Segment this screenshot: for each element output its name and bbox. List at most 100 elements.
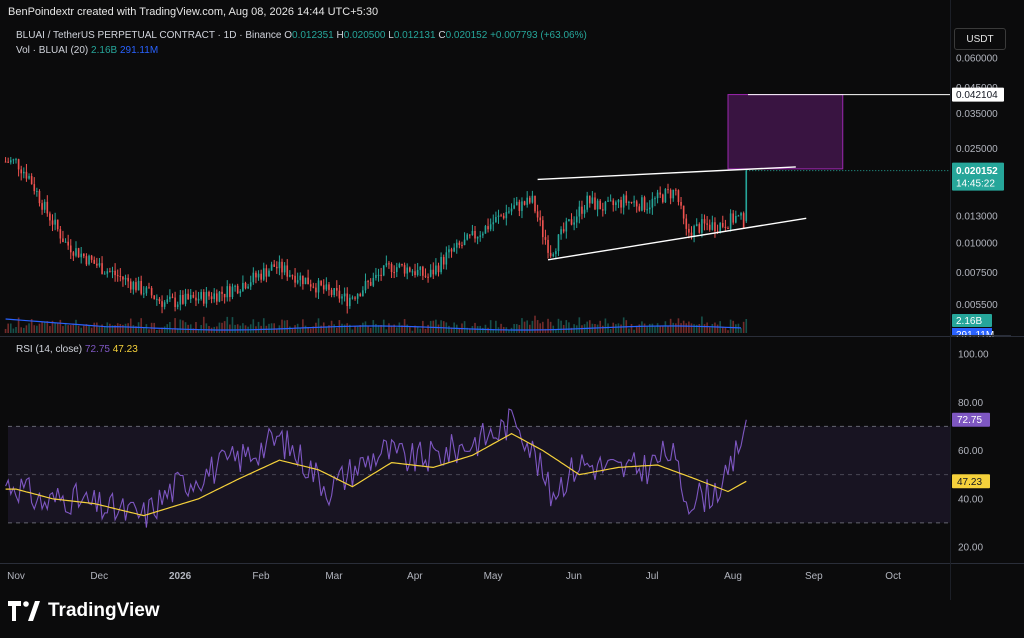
volume-bar: [7, 323, 9, 333]
candle-body: [735, 215, 737, 223]
volume-bar: [189, 324, 192, 333]
candle-body: [617, 199, 620, 203]
volume-bar: [163, 326, 166, 333]
volume-bar: [249, 324, 252, 333]
volume-bar: [651, 323, 654, 333]
candle-body: [330, 289, 333, 295]
volume-bar: [463, 321, 466, 333]
candle-body: [526, 197, 528, 205]
channel-upper-line: [537, 166, 796, 181]
volume-bar: [385, 329, 388, 333]
volume-bar: [343, 324, 346, 333]
candle-body: [714, 222, 716, 232]
candle-body: [565, 221, 568, 232]
candle-body: [502, 215, 505, 219]
candle-body: [335, 288, 338, 291]
candle-body: [315, 287, 317, 293]
candle-body: [701, 219, 703, 233]
volume-bar: [682, 320, 685, 333]
time-tick-label: Jul: [646, 571, 659, 582]
candle-body: [62, 238, 64, 243]
candle-body: [98, 263, 101, 266]
candle-body: [210, 296, 213, 300]
candle-body: [281, 261, 283, 273]
candle-body: [140, 281, 142, 294]
volume-bar: [724, 327, 727, 333]
candle-body: [380, 274, 382, 276]
volume-bar: [395, 327, 398, 333]
volume-bar: [388, 323, 390, 333]
drawings[interactable]: [537, 94, 950, 261]
volume-bar: [518, 324, 521, 333]
time-tick-label: May: [484, 571, 503, 582]
volume-bar: [291, 328, 294, 333]
candle-body: [698, 224, 701, 233]
candle-body: [244, 282, 247, 289]
candle-body: [542, 220, 544, 238]
volume-bar: [539, 323, 542, 333]
candle-body: [740, 213, 742, 216]
candle-body: [221, 291, 223, 294]
volume-bar: [409, 327, 411, 333]
candle-body: [88, 255, 90, 265]
volume-bar: [262, 318, 265, 333]
candle-body: [124, 277, 127, 280]
target-price-label: 0.042104: [956, 90, 998, 101]
volume-bar: [711, 323, 714, 333]
volume-bar: [96, 322, 98, 333]
volume-bar: [20, 327, 23, 333]
candle-body: [656, 192, 659, 199]
candle-body: [672, 189, 675, 199]
volume-bar: [622, 317, 625, 333]
candle-body: [265, 268, 268, 277]
candle-body: [364, 281, 367, 291]
time-tick-label: Mar: [325, 571, 343, 582]
candle-body: [562, 229, 565, 232]
candle-body: [33, 184, 36, 192]
candle-body: [30, 176, 33, 185]
volume-bar: [604, 318, 607, 333]
volume-bar: [273, 323, 276, 333]
time-tick-label: Apr: [407, 571, 423, 582]
candle-body: [343, 293, 346, 297]
candle-body: [557, 234, 560, 252]
volume-bar: [523, 321, 526, 333]
volume-bar: [528, 324, 531, 333]
candle-body: [497, 215, 500, 218]
time-tick-label: Aug: [724, 571, 742, 582]
candle-body: [291, 275, 294, 277]
volume-bar: [630, 323, 633, 333]
candle-body: [158, 298, 161, 302]
volume-bar: [500, 323, 502, 333]
volume-bar: [83, 325, 85, 333]
candle-body: [484, 226, 487, 234]
volume-bar: [416, 326, 419, 333]
candle-body: [166, 299, 169, 303]
chart-canvas[interactable]: 0.0600000.0450000.0350000.0250000.013000…: [0, 0, 1024, 600]
volume-bar: [609, 329, 612, 333]
volume-bar: [745, 319, 748, 333]
volume-bar: [362, 322, 364, 333]
volume-bar: [23, 327, 25, 333]
candle-body: [442, 257, 445, 265]
candle-body: [510, 208, 513, 212]
candle-body: [594, 197, 596, 210]
candle-body: [328, 284, 330, 290]
candle-body: [495, 217, 497, 223]
volume-bar: [557, 318, 560, 333]
candle-body: [252, 272, 255, 283]
volume-bar: [304, 325, 307, 333]
candle-body: [528, 197, 531, 203]
price-tick-label: 0.005500: [956, 300, 998, 311]
countdown-label: 14:45:22: [956, 179, 995, 190]
candle-body: [727, 227, 729, 229]
volume-bar: [607, 323, 609, 333]
volume-bar: [641, 321, 643, 333]
candle-body: [721, 223, 724, 227]
volume-bar: [25, 325, 28, 333]
candle-body: [56, 219, 59, 230]
volume-bar: [714, 322, 716, 333]
candle-body: [669, 189, 672, 199]
candle-body: [560, 229, 562, 235]
volume-bar: [221, 322, 223, 333]
